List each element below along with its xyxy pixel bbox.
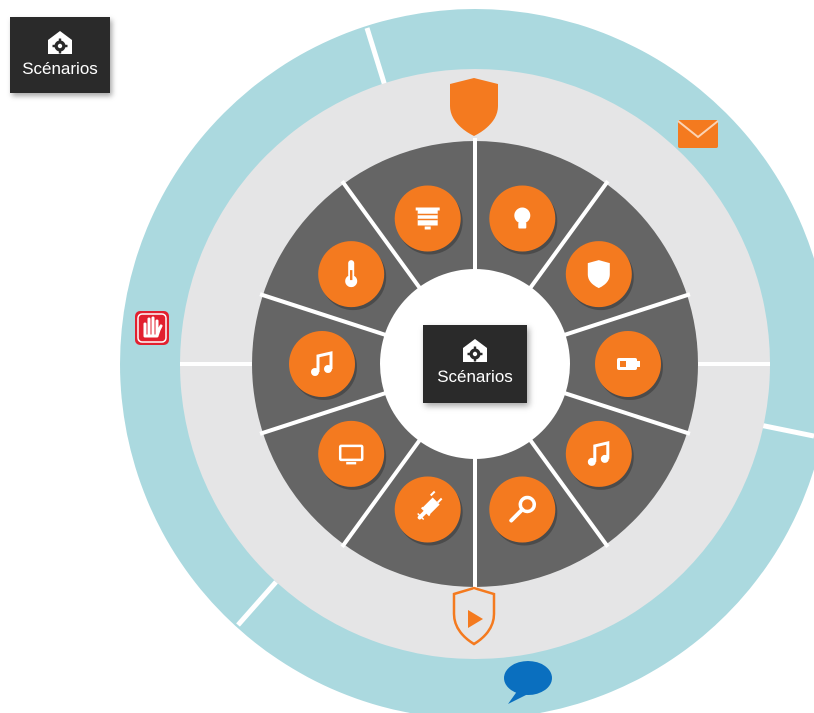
battery-icon (617, 358, 640, 370)
center-scenarios-tile[interactable]: Scénarios (423, 325, 527, 403)
hand-stop-icon[interactable] (135, 311, 169, 345)
corner-scenarios-tile[interactable]: Scénarios (10, 17, 110, 93)
home-gear-icon (48, 31, 72, 54)
scenario-wheel-screen: Scénarios Scénarios (0, 0, 814, 713)
center-tile-label: Scénarios (437, 367, 513, 386)
home-gear-icon (463, 339, 487, 362)
corner-tile-label: Scénarios (22, 59, 98, 78)
radial-wheel (120, 9, 814, 713)
envelope-icon[interactable] (677, 120, 719, 148)
